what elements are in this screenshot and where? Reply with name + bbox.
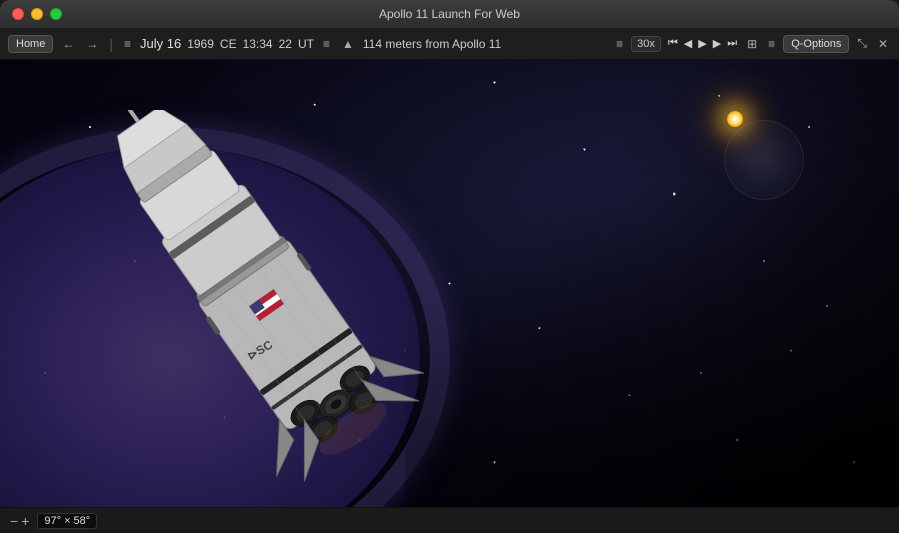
grid-view-icon[interactable]: ⊞ [744, 35, 760, 53]
toolbar: Home ← → | ≡ July 16 1969 CE 13:34 22 UT… [0, 28, 899, 60]
window-title: Apollo 11 Launch For Web [379, 7, 520, 21]
toolbar-date: July 16 [140, 36, 181, 51]
status-bar: − + 97° × 58° [0, 507, 899, 533]
separator-1: | [109, 36, 113, 52]
back-arrow-icon[interactable]: ← [59, 35, 77, 53]
zoom-plus-button[interactable]: + [21, 514, 29, 528]
toolbar-right-controls: ≡ 30x ⏮ ◀ ▶ ▶ ⏭ ⊞ ≡ Q-Options ⤡ ✕ [613, 34, 891, 53]
toolbar-tz: UT [298, 37, 314, 51]
step-back-button[interactable]: ◀ [682, 36, 694, 51]
q-options-button[interactable]: Q-Options [783, 35, 849, 53]
main-viewport[interactable]: ⊳SC [0, 60, 899, 507]
lens-flare [724, 120, 804, 200]
close-button[interactable] [12, 8, 24, 20]
zoom-controls: − + [10, 514, 29, 528]
sun-core [727, 111, 743, 127]
maximize-button[interactable] [50, 8, 62, 20]
play-button[interactable]: ▶ [696, 36, 708, 51]
window-expand-icon[interactable]: ⤡ [854, 34, 870, 53]
traffic-lights [12, 8, 62, 20]
rocket-container: ⊳SC [60, 110, 480, 507]
zoom-minus-button[interactable]: − [10, 514, 18, 528]
coordinates-display: 97° × 58° [37, 513, 97, 529]
forward-arrow-icon[interactable]: → [83, 35, 101, 53]
menu-icon[interactable]: ≡ [320, 35, 333, 53]
rewind-button[interactable]: ⏮ [666, 36, 680, 51]
toolbar-calendar: CE [220, 37, 237, 51]
playback-controls: ⏮ ◀ ▶ ▶ ⏭ [666, 36, 739, 51]
home-button[interactable]: Home [8, 35, 53, 53]
title-bar: Apollo 11 Launch For Web [0, 0, 899, 28]
rocket-svg: ⊳SC [60, 110, 480, 507]
toolbar-distance: 114 meters from Apollo 11 [363, 37, 501, 51]
toolbar-time: 13:34 [243, 37, 273, 51]
minimize-button[interactable] [31, 8, 43, 20]
triangle-icon[interactable]: ▲ [339, 35, 357, 53]
hamburger-icon[interactable]: ≡ [121, 35, 134, 53]
menu-lines-icon[interactable]: ≡ [765, 35, 778, 53]
fast-forward-button[interactable]: ⏭ [725, 36, 739, 51]
step-forward-button[interactable]: ▶ [711, 36, 723, 51]
zoom-display: 30x [631, 36, 661, 52]
window-close-icon[interactable]: ✕ [875, 35, 891, 53]
toolbar-tz-offset: 22 [279, 37, 292, 51]
toolbar-year: 1969 [187, 37, 214, 51]
menu-right-icon[interactable]: ≡ [613, 35, 626, 53]
